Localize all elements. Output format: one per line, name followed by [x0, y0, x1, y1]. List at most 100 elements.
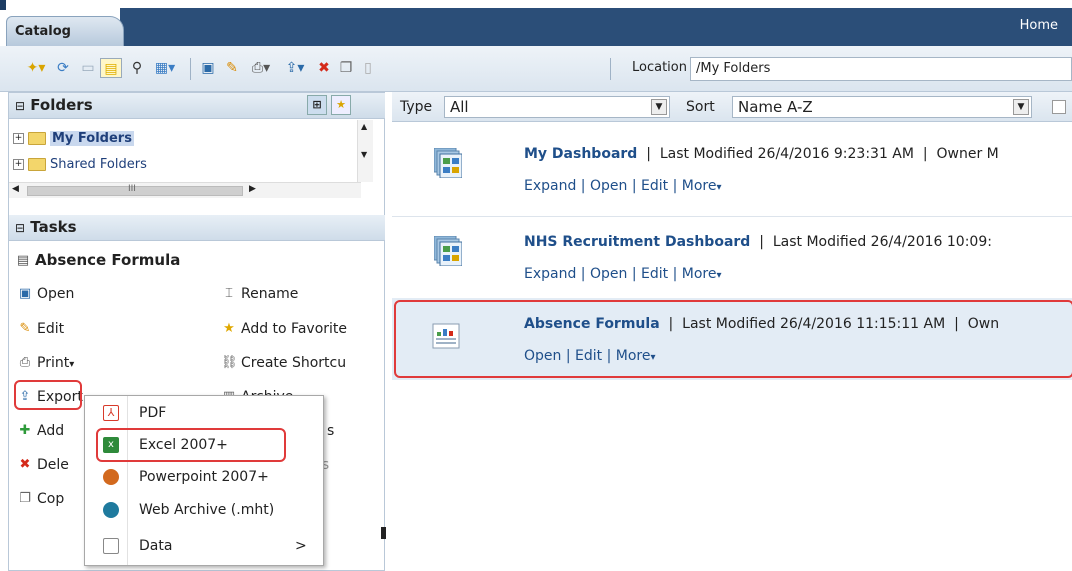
copy-icon[interactable]: ❐ — [336, 58, 356, 78]
menu-item-data[interactable]: Data > — [85, 532, 323, 561]
item-name-link[interactable]: My Dashboard — [524, 146, 637, 162]
expand-link[interactable]: Expand — [524, 266, 576, 282]
folder-item-my-folders[interactable]: + My Folders — [9, 131, 134, 151]
folders-horizontal-scrollbar[interactable]: ◀ III ▶ — [9, 182, 361, 198]
header-bar: Catalog Home — [0, 0, 1072, 46]
printer-icon[interactable]: ⎙▾ — [246, 58, 276, 78]
task-label: Rename — [241, 286, 299, 302]
task-delete[interactable]: ✖ Dele — [17, 457, 69, 479]
scrollbar-thumb[interactable]: III — [27, 184, 243, 196]
menu-item-pdf[interactable]: ⅄ PDF — [85, 399, 323, 428]
filter-bar: Type All ▼ Sort Name A-Z ▼ — [392, 92, 1072, 122]
task-copy[interactable]: ❐ Cop — [17, 491, 64, 513]
tab-catalog[interactable]: Catalog — [6, 16, 124, 46]
scroll-left-icon[interactable]: ◀ — [12, 184, 19, 194]
catalog-item: My Dashboard | Last Modified 26/4/2016 9… — [392, 146, 1072, 206]
sort-value: Name A-Z — [738, 98, 813, 116]
tasks-header[interactable]: ⊟ Tasks — [9, 215, 385, 241]
open-link[interactable]: Open — [590, 266, 627, 282]
folders-title: Folders — [30, 96, 93, 114]
expand-icon[interactable]: + — [13, 159, 24, 170]
pdf-icon: ⅄ — [103, 405, 119, 421]
pencil-icon[interactable]: ✎ — [222, 58, 242, 78]
tasks-title: Tasks — [30, 218, 77, 236]
chevron-down-icon: ▾ — [69, 359, 75, 370]
edit-link[interactable]: Edit — [641, 266, 668, 282]
more-link[interactable]: More — [682, 266, 717, 282]
open-icon[interactable]: ▣ — [198, 58, 218, 78]
item-actions: Expand | Open | Edit | More▾ — [524, 266, 722, 282]
splitter-handle[interactable] — [381, 527, 386, 539]
web-archive-icon — [103, 502, 119, 518]
view-options-icon[interactable]: ▦▾ — [150, 58, 180, 78]
task-edit[interactable]: ✎ Edit — [17, 321, 65, 343]
menu-item-label: Powerpoint 2007+ — [139, 469, 269, 485]
task-rename[interactable]: ⌶ Rename — [221, 286, 298, 308]
header-strip — [120, 8, 1072, 46]
type-select[interactable]: All ▼ — [444, 96, 670, 118]
menu-item-label: PDF — [139, 405, 167, 421]
delete-icon: ✖ — [19, 457, 31, 472]
open-icon: ▣ — [18, 286, 32, 301]
item-title-row: My Dashboard | Last Modified 26/4/2016 9… — [524, 146, 999, 162]
location-field[interactable]: /My Folders — [690, 57, 1072, 81]
type-label: Type — [400, 99, 433, 115]
powerpoint-icon — [103, 469, 119, 485]
folders-header[interactable]: ⊟ Folders ⊞ ★ — [9, 93, 385, 119]
menu-item-powerpoint[interactable]: Powerpoint 2007+ — [85, 463, 323, 492]
absence-formula-highlight — [394, 300, 1072, 378]
task-print[interactable]: ⎙ Print▾ — [17, 355, 74, 377]
dashboard-icon — [434, 148, 462, 178]
task-add[interactable]: ✚ Add — [17, 423, 65, 445]
item-name-link[interactable]: NHS Recruitment Dashboard — [524, 234, 750, 250]
favorites-view-icon[interactable]: ★ — [331, 95, 351, 115]
analysis-icon: ▤ — [16, 252, 30, 268]
data-icon — [103, 538, 119, 554]
excel-highlight — [96, 428, 286, 462]
expand-icon[interactable]: + — [13, 133, 24, 144]
more-link[interactable]: More — [682, 178, 717, 194]
task-create-shortcut[interactable]: ⛓ Create Shortcu — [221, 355, 346, 377]
export-icon[interactable]: ⇪▾ — [280, 58, 310, 78]
home-link[interactable]: Home — [1020, 18, 1058, 33]
chevron-down-icon[interactable]: ▼ — [651, 99, 667, 115]
pencil-icon: ✎ — [19, 321, 31, 336]
scroll-up-icon[interactable]: ▲ — [361, 122, 367, 131]
task-label: Add — [37, 423, 65, 439]
favorite-icon: ★ — [223, 321, 235, 336]
expand-link[interactable]: Expand — [524, 178, 576, 194]
folder-icon — [28, 132, 46, 145]
task-label: Create Shortcu — [241, 355, 347, 371]
tree-view-icon[interactable]: ⊞ — [307, 95, 327, 115]
item-owner: Owner M — [936, 146, 999, 162]
rename-icon: ⌶ — [225, 286, 233, 301]
sort-label: Sort — [686, 99, 715, 115]
folders-vertical-scrollbar[interactable]: ▲ ▼ — [357, 120, 373, 182]
export-highlight — [14, 380, 82, 410]
scroll-down-icon[interactable]: ▼ — [361, 150, 367, 159]
delete-icon[interactable]: ✖ — [314, 58, 334, 78]
task-label: Dele — [37, 457, 69, 473]
menu-item-web-archive[interactable]: Web Archive (.mht) — [85, 496, 323, 525]
up-folder-icon[interactable]: ▭ — [78, 58, 98, 78]
show-more-checkbox[interactable] — [1052, 100, 1066, 114]
task-add-to-favorites[interactable]: ★ Add to Favorite — [221, 321, 347, 343]
folder-tree-icon[interactable]: ▤ — [100, 58, 122, 78]
edit-link[interactable]: Edit — [641, 178, 668, 194]
folder-item-shared-folders[interactable]: + Shared Folders — [9, 157, 147, 177]
sort-select[interactable]: Name A-Z ▼ — [732, 96, 1032, 118]
new-icon[interactable]: ✦▾ — [24, 58, 48, 78]
refresh-icon[interactable]: ⟳ — [52, 58, 74, 78]
chevron-down-icon[interactable]: ▼ — [1013, 99, 1029, 115]
folder-label: Shared Folders — [50, 157, 147, 172]
open-link[interactable]: Open — [590, 178, 627, 194]
shortcut-icon: ⛓ — [221, 355, 238, 370]
binoculars-icon[interactable]: ⚲ — [126, 58, 148, 78]
chevron-down-icon: ▾ — [716, 270, 722, 281]
copy-icon: ❐ — [19, 491, 31, 506]
paste-icon[interactable]: ▯ — [358, 58, 378, 78]
item-actions: Expand | Open | Edit | More▾ — [524, 178, 722, 194]
item-meta: Last Modified 26/4/2016 10:09: — [772, 234, 992, 250]
scroll-right-icon[interactable]: ▶ — [249, 184, 256, 194]
task-open[interactable]: ▣ Open — [17, 286, 75, 308]
